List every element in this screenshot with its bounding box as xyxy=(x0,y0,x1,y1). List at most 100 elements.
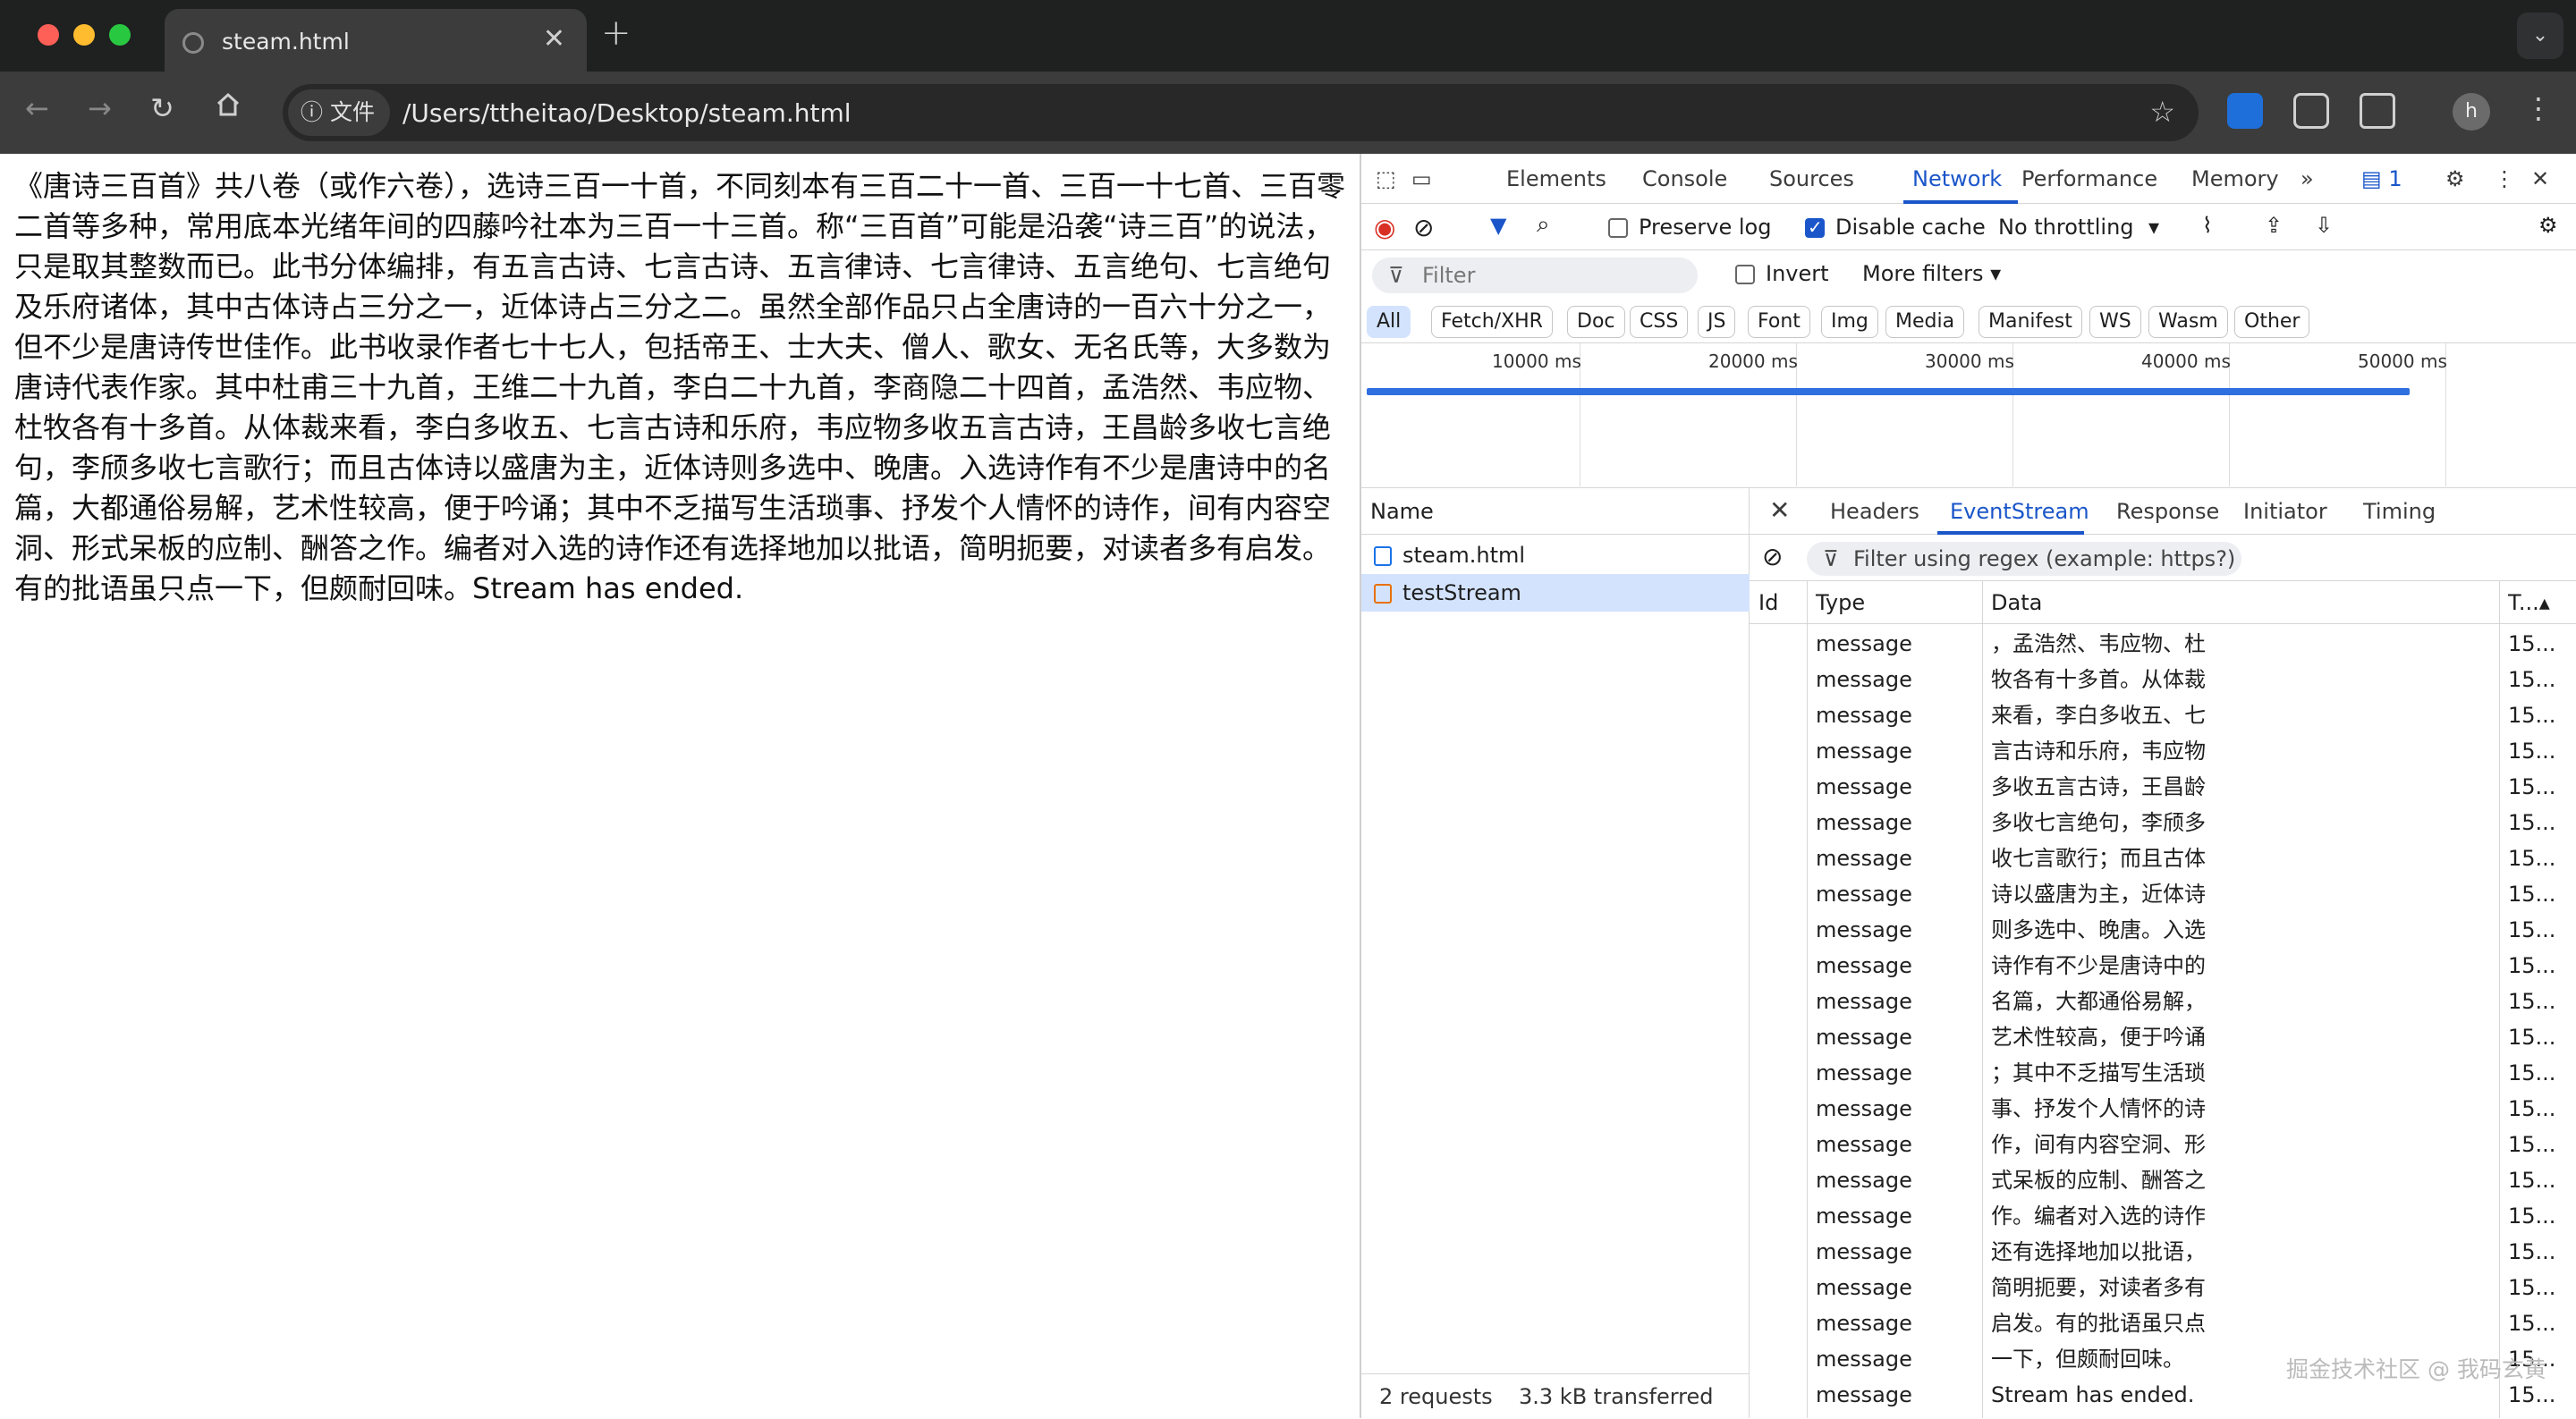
tab-memory[interactable]: Memory xyxy=(2191,166,2279,191)
tab-eventstream[interactable]: EventStream xyxy=(1950,499,2089,524)
profile-avatar[interactable]: h xyxy=(2453,93,2490,131)
type-filter-doc[interactable]: Doc xyxy=(1567,306,1625,338)
event-row[interactable]: message 收七言歌行；而且古体 15... xyxy=(1750,840,2576,876)
type-filter-manifest[interactable]: Manifest xyxy=(1979,306,2082,338)
network-conditions-icon[interactable]: ⌇ xyxy=(2202,213,2213,238)
tab-performance[interactable]: Performance xyxy=(2021,166,2157,191)
event-row[interactable]: message 名篇，大都通俗易解， 15... xyxy=(1750,984,2576,1019)
devtools-menu-icon[interactable]: ⋮ xyxy=(2494,166,2515,191)
home-button[interactable] xyxy=(215,91,242,125)
event-row[interactable]: message 诗作有不少是唐诗中的 15... xyxy=(1750,948,2576,984)
type-filter-img[interactable]: Img xyxy=(1821,306,1878,338)
export-har-icon[interactable]: ⇩ xyxy=(2315,213,2333,238)
event-row[interactable]: message 牧各有十多首。从体裁 15... xyxy=(1750,662,2576,697)
address-bar[interactable]: ⓘ 文件 /Users/ttheitao/Desktop/steam.html … xyxy=(283,84,2199,141)
type-filter-all[interactable]: All xyxy=(1367,306,1411,338)
request-row-teststream[interactable]: testStream xyxy=(1361,574,1750,612)
event-row[interactable]: message 艺术性较高，便于吟诵 15... xyxy=(1750,1019,2576,1055)
issues-badge[interactable]: ▤ 1 xyxy=(2361,166,2402,191)
event-row[interactable]: message 多收七言绝句，李颀多 15... xyxy=(1750,805,2576,840)
id-column-header[interactable]: Id xyxy=(1750,581,1778,624)
tab-search-button[interactable]: ⌄ xyxy=(2517,13,2563,59)
qr-code-icon[interactable] xyxy=(2293,93,2329,129)
name-column-header[interactable]: Name xyxy=(1370,499,1434,524)
throttling-select[interactable]: No throttling xyxy=(1998,215,2134,240)
event-row[interactable]: message 言古诗和乐府，韦应物 15... xyxy=(1750,733,2576,769)
tab-response[interactable]: Response xyxy=(2116,499,2219,524)
more-tabs-icon[interactable]: » xyxy=(2301,166,2314,191)
inspect-element-icon[interactable]: ⬚ xyxy=(1376,166,1396,191)
type-filter-media[interactable]: Media xyxy=(1885,306,1965,338)
close-devtools-icon[interactable]: ✕ xyxy=(2531,166,2549,191)
preserve-log-checkbox[interactable] xyxy=(1608,218,1628,238)
event-row[interactable]: message 式呆板的应制、酬答之 15... xyxy=(1750,1162,2576,1198)
type-filter-other[interactable]: Other xyxy=(2234,306,2310,338)
type-filter-fetch-xhr[interactable]: Fetch/XHR xyxy=(1431,306,1553,338)
clear-icon[interactable]: ⊘ xyxy=(1413,213,1434,242)
filter-funnel-icon[interactable]: ▼ xyxy=(1490,213,1506,238)
event-row[interactable]: message 诗以盛唐为主，近体诗 15... xyxy=(1750,876,2576,912)
close-tab-icon[interactable]: ✕ xyxy=(543,23,565,55)
event-row[interactable]: message 作。编者对入选的诗作 15... xyxy=(1750,1198,2576,1234)
tab-headers[interactable]: Headers xyxy=(1830,499,1919,524)
tab-timing[interactable]: Timing xyxy=(2363,499,2436,524)
type-filter-ws[interactable]: WS xyxy=(2089,306,2141,338)
url-text[interactable]: /Users/ttheitao/Desktop/steam.html xyxy=(402,98,852,128)
tab-initiator[interactable]: Initiator xyxy=(2243,499,2327,524)
clear-events-icon[interactable]: ⊘ xyxy=(1762,542,1783,571)
settings-gear-icon[interactable]: ⚙ xyxy=(2445,166,2465,191)
import-har-icon[interactable]: ⇪ xyxy=(2265,213,2283,238)
new-tab-button[interactable]: + xyxy=(601,13,631,54)
event-row[interactable]: message ，孟浩然、韦应物、杜 15... xyxy=(1750,626,2576,662)
record-stop-icon[interactable]: ◉ xyxy=(1374,213,1395,242)
kebab-menu-icon[interactable]: ⋮ xyxy=(2524,91,2553,125)
event-row[interactable]: message 还有选择地加以批语， 15... xyxy=(1750,1234,2576,1270)
data-column-header[interactable]: Data xyxy=(1982,581,2042,624)
eventstream-filter-input[interactable]: ⊽ Filter using regex (example: https?) xyxy=(1807,542,2241,576)
close-window-button[interactable] xyxy=(38,24,59,46)
event-row[interactable]: message 作，间有内容空洞、形 15... xyxy=(1750,1127,2576,1162)
type-filter-css[interactable]: CSS xyxy=(1630,306,1689,338)
bookmark-star-icon[interactable]: ☆ xyxy=(2149,95,2175,129)
network-settings-icon[interactable]: ⚙ xyxy=(2538,213,2558,238)
back-button[interactable]: ← xyxy=(25,91,49,125)
minimize-window-button[interactable] xyxy=(73,24,95,46)
dropdown-caret-icon[interactable]: ▾ xyxy=(2148,215,2159,240)
browser-tab[interactable]: steam.html ✕ xyxy=(165,9,587,73)
event-row[interactable]: message 多收五言古诗，王昌龄 15... xyxy=(1750,769,2576,805)
event-row[interactable]: message 则多选中、晚唐。入选 15... xyxy=(1750,912,2576,948)
extensions-puzzle-icon[interactable] xyxy=(2360,93,2395,129)
time-column-header[interactable]: T...▴ xyxy=(2499,581,2550,624)
more-filters-button[interactable]: More filters ▾ xyxy=(1862,261,2001,286)
event-type: message xyxy=(1816,703,1912,728)
tab-sources[interactable]: Sources xyxy=(1769,166,1854,191)
event-time: 15... xyxy=(2508,667,2556,692)
type-filter-js[interactable]: JS xyxy=(1698,306,1736,338)
device-toolbar-icon[interactable]: ▭ xyxy=(1411,166,1432,191)
close-details-icon[interactable]: ✕ xyxy=(1769,495,1790,525)
tab-elements[interactable]: Elements xyxy=(1506,166,1606,191)
type-column-header[interactable]: Type xyxy=(1807,581,1865,624)
event-row[interactable]: message 启发。有的批语虽只点 15... xyxy=(1750,1305,2576,1341)
network-timeline-overview[interactable]: 10000 ms 20000 ms 30000 ms 40000 ms 5000… xyxy=(1361,343,2576,488)
event-row[interactable]: message ；其中不乏描写生活琐 15... xyxy=(1750,1055,2576,1091)
event-type: message xyxy=(1816,989,1912,1014)
reload-button[interactable]: ↻ xyxy=(150,91,174,125)
site-info-chip[interactable]: ⓘ 文件 xyxy=(288,89,390,136)
type-filter-wasm[interactable]: Wasm xyxy=(2148,306,2228,338)
search-icon[interactable]: ⌕ xyxy=(1537,211,1550,239)
maximize-window-button[interactable] xyxy=(109,24,131,46)
event-row[interactable]: message 来看，李白多收五、七 15... xyxy=(1750,697,2576,733)
filter-input[interactable]: ⊽ Filter xyxy=(1372,258,1698,293)
invert-checkbox[interactable] xyxy=(1735,265,1755,284)
tab-console[interactable]: Console xyxy=(1642,166,1727,191)
event-time: 15... xyxy=(2508,774,2556,799)
event-row[interactable]: message 事、抒发个人情怀的诗 15... xyxy=(1750,1091,2576,1127)
type-filter-font[interactable]: Font xyxy=(1748,306,1810,338)
event-row[interactable]: message 简明扼要，对读者多有 15... xyxy=(1750,1270,2576,1305)
forward-button[interactable]: → xyxy=(88,91,112,125)
tab-network[interactable]: Network xyxy=(1912,166,2002,191)
extension-blue-icon[interactable] xyxy=(2227,93,2263,129)
request-row-steam-html[interactable]: steam.html xyxy=(1361,536,1750,574)
disable-cache-checkbox[interactable] xyxy=(1805,216,1825,238)
